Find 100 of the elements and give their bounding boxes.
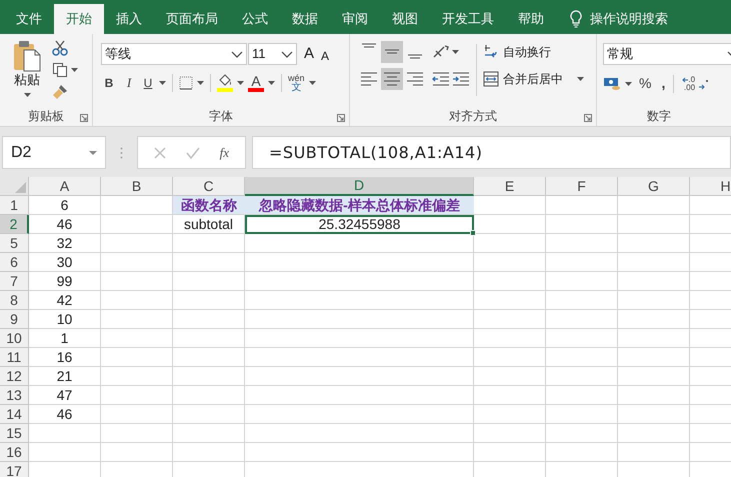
row-header[interactable]: 5 <box>0 234 29 253</box>
bold-button[interactable]: B <box>101 74 117 92</box>
italic-button[interactable]: I <box>121 73 137 93</box>
empty-cell[interactable] <box>245 272 474 291</box>
empty-cell[interactable] <box>245 443 474 462</box>
empty-cell[interactable] <box>618 253 690 272</box>
empty-cell[interactable] <box>546 348 618 367</box>
font-size-dropdown[interactable]: 11 <box>248 43 297 65</box>
ribbon-tab[interactable]: 页面布局 <box>154 4 230 34</box>
row-header[interactable]: 7 <box>0 272 29 291</box>
row-header[interactable]: 14 <box>0 405 29 424</box>
caret-icon[interactable] <box>308 81 316 85</box>
empty-cell[interactable] <box>101 405 173 424</box>
select-all-corner[interactable] <box>0 177 29 196</box>
caret-icon[interactable] <box>452 50 459 54</box>
checkmark-icon[interactable] <box>186 146 200 158</box>
dialog-launcher-icon[interactable] <box>80 114 88 122</box>
empty-cell[interactable] <box>474 348 546 367</box>
empty-cell[interactable] <box>618 234 690 253</box>
empty-cell[interactable] <box>546 424 618 443</box>
empty-cell[interactable] <box>618 291 690 310</box>
middle-align-icon[interactable] <box>381 41 403 63</box>
dialog-launcher-icon[interactable] <box>337 114 345 122</box>
empty-cell[interactable] <box>546 234 618 253</box>
row-header[interactable]: 6 <box>0 253 29 272</box>
empty-cell[interactable] <box>618 424 690 443</box>
row-header[interactable]: 13 <box>0 386 29 405</box>
empty-cell[interactable] <box>546 443 618 462</box>
underline-button[interactable]: U <box>141 74 155 92</box>
increase-decimal-button[interactable]: .0 .00 <box>682 76 696 92</box>
ribbon-tab[interactable]: 开始 <box>54 4 104 34</box>
tell-me-search[interactable]: 操作说明搜索 <box>590 9 668 29</box>
empty-cell[interactable] <box>173 310 245 329</box>
fill-handle[interactable] <box>470 230 476 236</box>
empty-cell[interactable] <box>245 234 474 253</box>
empty-cell[interactable] <box>173 329 245 348</box>
merge-center-button[interactable]: 合并后居中 <box>483 68 584 90</box>
row-header[interactable]: 9 <box>0 310 29 329</box>
row-header[interactable]: 11 <box>0 348 29 367</box>
empty-cell[interactable] <box>474 272 546 291</box>
empty-cell[interactable] <box>546 291 618 310</box>
wrap-text-button[interactable]: 自动换行 <box>483 41 584 63</box>
empty-cell[interactable] <box>546 367 618 386</box>
empty-cell[interactable] <box>245 386 474 405</box>
formula-input[interactable]: =SUBTOTAL(108,A1:A14) <box>252 136 731 169</box>
row-header[interactable]: 1 <box>0 196 29 215</box>
comma-style-button[interactable]: , <box>661 73 666 94</box>
empty-cell[interactable] <box>173 272 245 291</box>
ribbon-tab[interactable]: 文件 <box>4 4 54 34</box>
column-header[interactable]: A <box>29 177 101 196</box>
empty-cell[interactable] <box>546 253 618 272</box>
empty-cell[interactable] <box>474 253 546 272</box>
row-header[interactable]: 16 <box>0 443 29 462</box>
drag-handle-icon[interactable] <box>120 146 123 158</box>
paste-button[interactable]: 粘贴 <box>10 38 44 106</box>
empty-cell[interactable] <box>546 272 618 291</box>
caret-icon[interactable] <box>197 81 204 85</box>
empty-cell[interactable] <box>474 386 546 405</box>
phonetic-guide-button[interactable]: wén 文 <box>288 73 305 93</box>
caret-icon[interactable] <box>159 81 166 85</box>
empty-cell[interactable] <box>101 272 173 291</box>
column-header[interactable]: G <box>618 177 690 196</box>
empty-cell[interactable] <box>245 424 474 443</box>
row-header[interactable]: 17 <box>0 462 29 477</box>
empty-cell[interactable] <box>618 272 690 291</box>
empty-cell[interactable] <box>173 405 245 424</box>
paintbrush-icon[interactable] <box>52 84 68 100</box>
ribbon-tab[interactable]: 审阅 <box>330 4 380 34</box>
empty-cell[interactable] <box>618 386 690 405</box>
percent-button[interactable]: % <box>639 73 652 94</box>
scissors-icon[interactable] <box>52 40 68 56</box>
row-header[interactable]: 12 <box>0 367 29 386</box>
grow-font-button[interactable]: A <box>301 46 318 62</box>
decrease-indent-icon[interactable] <box>432 72 450 86</box>
ribbon-tab[interactable]: 开发工具 <box>430 4 506 34</box>
empty-cell[interactable] <box>173 424 245 443</box>
ribbon-tab[interactable]: 插入 <box>104 4 154 34</box>
empty-cell[interactable] <box>546 386 618 405</box>
empty-cell[interactable] <box>101 443 173 462</box>
empty-cell[interactable] <box>245 329 474 348</box>
empty-cell[interactable] <box>101 215 173 234</box>
empty-cell[interactable] <box>173 253 245 272</box>
ribbon-tab[interactable]: 帮助 <box>506 4 556 34</box>
dialog-launcher-icon[interactable] <box>584 114 592 122</box>
empty-cell[interactable] <box>101 348 173 367</box>
empty-cell[interactable] <box>546 405 618 424</box>
increase-indent-icon[interactable] <box>452 72 470 86</box>
font-color-button[interactable]: A <box>248 74 264 92</box>
caret-icon[interactable] <box>268 81 275 85</box>
text-orientation-icon[interactable] <box>432 44 450 60</box>
empty-cell[interactable] <box>474 405 546 424</box>
empty-cell[interactable] <box>173 234 245 253</box>
empty-cell[interactable] <box>173 386 245 405</box>
empty-cell[interactable] <box>101 367 173 386</box>
empty-cell[interactable] <box>173 291 245 310</box>
column-header[interactable]: C <box>173 177 245 196</box>
font-name-dropdown[interactable]: 等线 <box>101 43 247 65</box>
empty-cell[interactable] <box>474 310 546 329</box>
empty-cell[interactable] <box>101 424 173 443</box>
empty-cell[interactable] <box>618 215 690 234</box>
